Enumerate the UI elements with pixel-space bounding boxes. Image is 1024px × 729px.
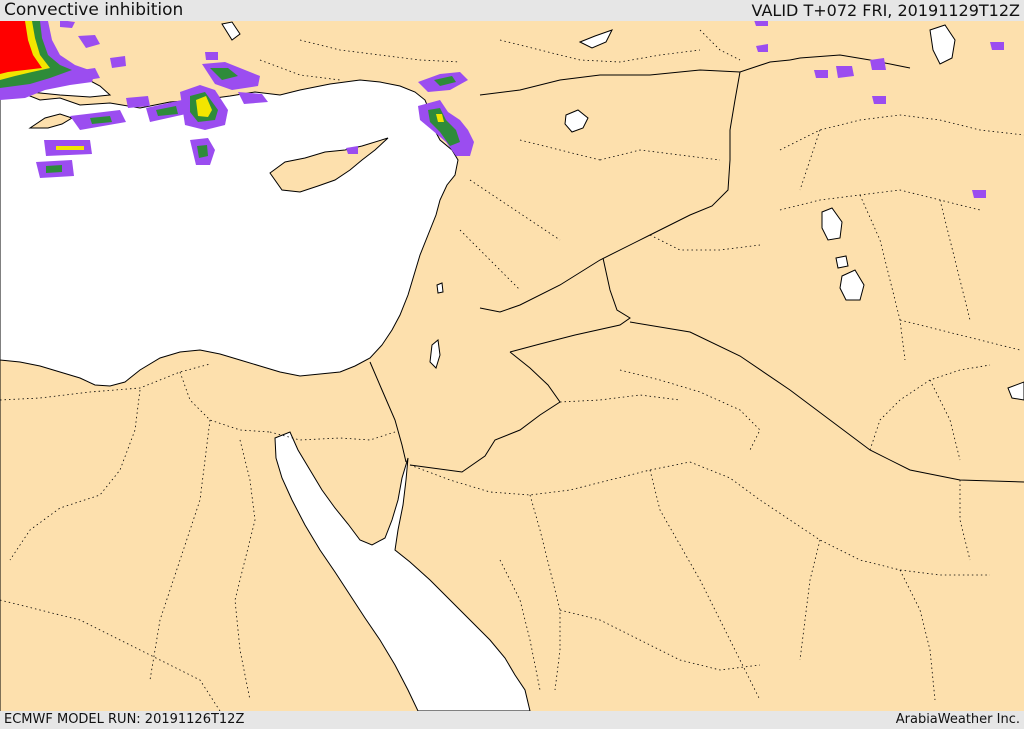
footer-bar: ECMWF MODEL RUN: 20191126T12Z ArabiaWeat…: [0, 711, 1024, 729]
map-area: [0, 21, 1024, 711]
map-svg: [0, 21, 1024, 711]
valid-time: VALID T+072 FRI, 20191129T12Z: [751, 1, 1020, 20]
credit: ArabiaWeather Inc.: [895, 712, 1020, 727]
map-title: Convective inhibition: [4, 0, 184, 20]
header-bar: Convective inhibition VALID T+072 FRI, 2…: [0, 0, 1024, 21]
sea-of-galilee: [436, 282, 444, 294]
model-run: ECMWF MODEL RUN: 20191126T12Z: [4, 712, 245, 727]
lake-small: [835, 255, 849, 269]
